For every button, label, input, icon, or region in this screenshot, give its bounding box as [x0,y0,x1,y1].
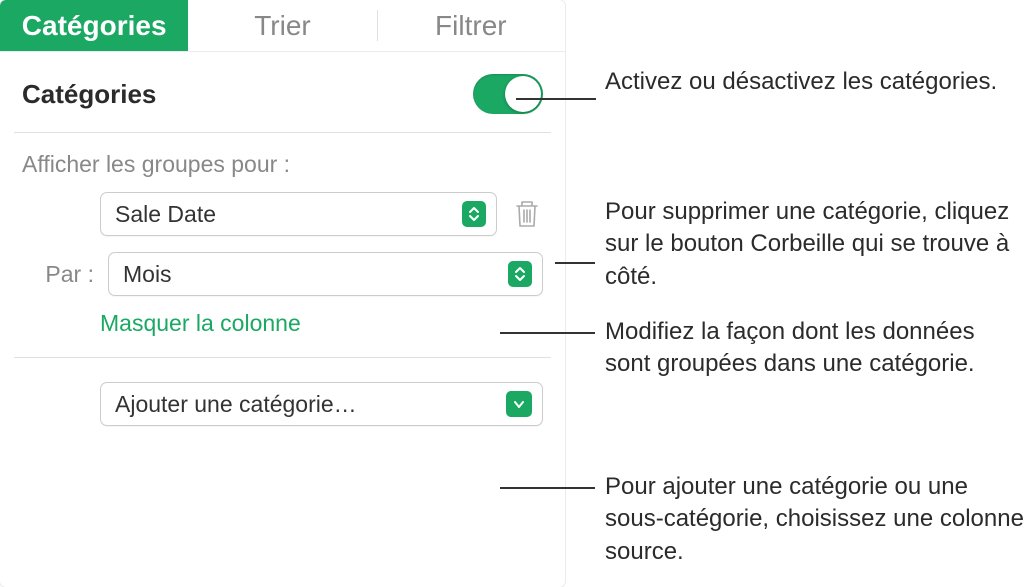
callout-line [500,332,595,334]
delete-category-button[interactable] [511,196,543,232]
groups-section: Afficher les groupes pour : Sale Date [0,133,565,357]
group-column-select[interactable]: Sale Date [100,192,497,236]
group-by-value: Mois [123,261,172,288]
trash-icon [511,196,543,232]
tab-sort[interactable]: Trier [188,0,376,51]
callouts: Activez ou désactivez les catégories. Po… [565,0,1028,587]
add-category-section: Ajouter une catégorie… [0,358,565,444]
tab-categories[interactable]: Catégories [0,0,188,51]
toggle-knob [505,76,541,112]
callout-line [500,487,595,489]
panel-title: Catégories [22,79,156,110]
add-category-select[interactable]: Ajouter une catégorie… [100,382,543,426]
callout-add: Pour ajouter une catégorie ou une sous-c… [605,471,1025,568]
callout-toggle: Activez ou désactivez les catégories. [605,66,997,98]
header-row: Catégories [0,52,565,132]
chevron-updown-icon [462,201,486,227]
main-group-row: Sale Date [22,192,543,236]
tab-bar: Catégories Trier Filtrer [0,0,565,52]
categories-toggle[interactable] [473,74,543,114]
chevron-down-icon [506,391,532,417]
callout-groupby: Modifiez la façon dont les données sont … [605,316,985,381]
group-column-value: Sale Date [115,201,216,228]
callout-line [516,98,596,100]
tab-filter[interactable]: Filtrer [377,0,565,51]
chevron-updown-icon [508,261,532,287]
callout-delete: Pour supprimer une catégorie, cliquez su… [605,196,1028,293]
categories-panel: Catégories Trier Filtrer Catégories Affi… [0,0,565,587]
group-by-select[interactable]: Mois [108,252,543,296]
groups-label: Afficher les groupes pour : [22,151,543,178]
by-label: Par : [38,261,94,288]
hide-column-link[interactable]: Masquer la colonne [22,310,543,337]
callout-line [555,262,595,264]
add-category-label: Ajouter une catégorie… [115,391,357,418]
by-row: Par : Mois [100,252,543,296]
